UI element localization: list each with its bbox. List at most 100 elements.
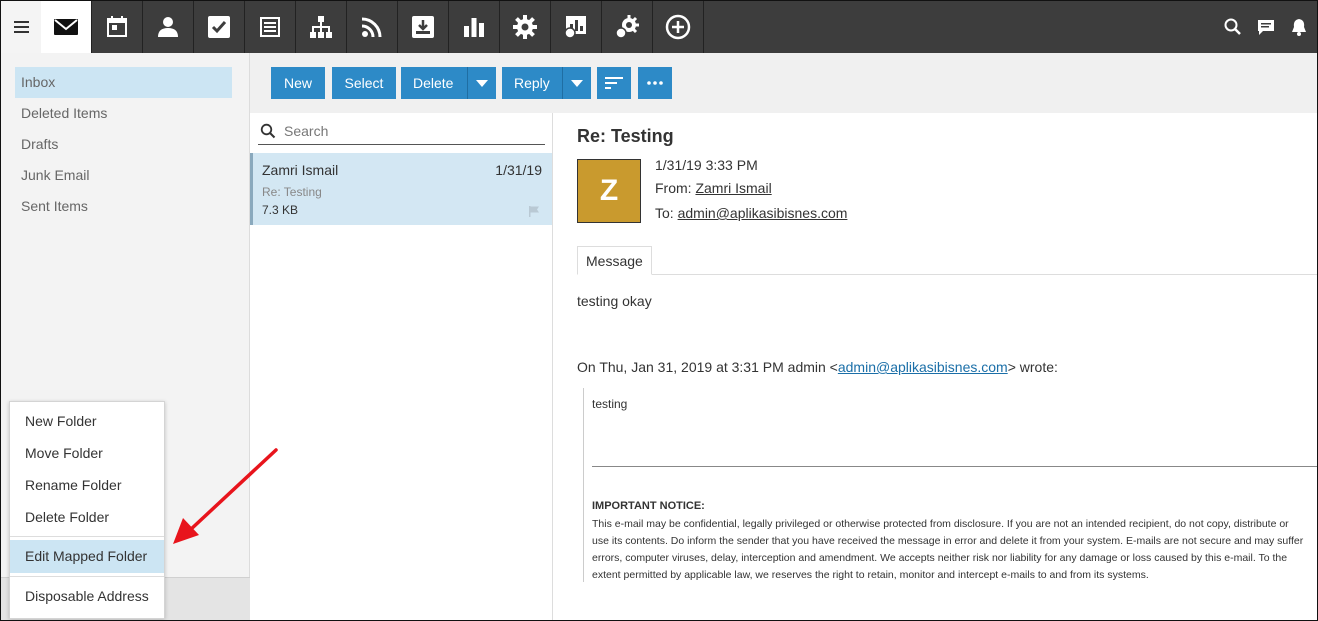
rss-icon (361, 17, 382, 38)
menu-item-disposable-address[interactable]: Disposable Address (10, 580, 164, 612)
plus-circle-icon (665, 14, 691, 40)
domain-reports-app-button[interactable] (551, 1, 602, 53)
folder-context-menu: New Folder Move Folder Rename Folder Del… (9, 401, 165, 619)
message-size: 7.3 KB (262, 203, 299, 217)
quoted-sender-email-link[interactable]: admin@aplikasibisnes.com (838, 359, 1008, 375)
email-datetime: 1/31/19 3:33 PM (655, 157, 758, 173)
mail-app-button[interactable] (41, 1, 92, 53)
more-actions-button[interactable] (638, 67, 672, 99)
search-input[interactable] (284, 122, 524, 139)
rss-app-button[interactable] (347, 1, 398, 53)
notice-line: use its contents. Do inform the sender t… (592, 535, 1304, 547)
delete-button-label: Delete (413, 75, 454, 91)
folder-item-inbox[interactable]: Inbox (15, 67, 232, 98)
domain-report-icon (564, 16, 586, 39)
message-date: 1/31/19 (495, 162, 542, 178)
menu-item-delete-folder[interactable]: Delete Folder (10, 501, 164, 533)
tasks-icon (208, 16, 230, 38)
notice-line: extent permitted by applicable law, we r… (592, 569, 1149, 581)
bell-icon[interactable] (1289, 17, 1309, 37)
email-body-text: testing okay (577, 293, 652, 309)
quoted-message-block: testing IMPORTANT NOTICE: This e-mail ma… (583, 388, 1317, 584)
hamburger-menu-button[interactable] (1, 1, 41, 53)
reply-button[interactable]: Reply (502, 67, 591, 99)
app-window: Inbox Deleted Items Drafts Junk Email Se… (0, 0, 1318, 621)
bar-chart-icon (464, 18, 484, 37)
message-sender: Zamri Ismail (262, 162, 339, 178)
message-tab-bar: Message (577, 246, 1317, 275)
folder-item-deleted-items[interactable]: Deleted Items (15, 98, 232, 129)
app-switcher (41, 1, 704, 53)
quoted-text: testing (592, 397, 628, 411)
contacts-app-button[interactable] (143, 1, 194, 53)
select-button[interactable]: Select (332, 67, 396, 99)
chat-icon[interactable] (1256, 17, 1276, 37)
quote-intro-line: On Thu, Jan 31, 2019 at 3:31 PM admin <a… (577, 359, 1058, 375)
search-icon[interactable] (1223, 17, 1243, 37)
notes-app-button[interactable] (245, 1, 296, 53)
hamburger-icon (13, 18, 29, 36)
search-bar (258, 117, 545, 145)
search-icon (260, 123, 276, 138)
tab-message[interactable]: Message (577, 246, 652, 275)
archive-app-button[interactable] (398, 1, 449, 53)
settings-app-button[interactable] (500, 1, 551, 53)
top-navigation-bar (1, 1, 1317, 53)
download-box-icon (412, 16, 434, 38)
notes-icon (260, 17, 280, 37)
reading-pane: Re: Testing Z 1/31/19 3:33 PM From: Zamr… (554, 113, 1317, 620)
flag-icon[interactable] (528, 205, 540, 217)
sender-avatar: Z (577, 159, 641, 223)
to-label: To: (655, 205, 674, 221)
email-subject-heading: Re: Testing (577, 126, 674, 146)
notice-line: This e-mail may be confidential, legally… (592, 518, 1289, 530)
chevron-down-icon (476, 79, 488, 87)
message-list-item[interactable]: Zamri Ismail 1/31/19 Re: Testing 7.3 KB (250, 153, 552, 225)
domain-settings-app-button[interactable] (602, 1, 653, 53)
reply-button-label: Reply (514, 75, 550, 91)
message-list-pane: Zamri Ismail 1/31/19 Re: Testing 7.3 KB (250, 113, 553, 620)
menu-item-move-folder[interactable]: Move Folder (10, 437, 164, 469)
delete-button[interactable]: Delete (401, 67, 496, 99)
folder-list: Inbox Deleted Items Drafts Junk Email Se… (15, 67, 232, 222)
folder-item-sent-items[interactable]: Sent Items (15, 191, 232, 222)
mail-icon (54, 19, 78, 35)
notice-line: errors, computer viruses, delay, interce… (592, 552, 1288, 564)
email-to-line: To: admin@aplikasibisnes.com (655, 205, 847, 221)
folder-item-drafts[interactable]: Drafts (15, 129, 232, 160)
top-right-icons (1223, 1, 1309, 53)
contacts-icon (158, 17, 178, 37)
calendar-app-button[interactable] (92, 1, 143, 53)
quote-intro-prefix: On Thu, Jan 31, 2019 at 3:31 PM admin < (577, 359, 838, 375)
reports-app-button[interactable] (449, 1, 500, 53)
chevron-down-icon (571, 79, 583, 87)
menu-item-edit-mapped-folder[interactable]: Edit Mapped Folder (10, 540, 164, 573)
menu-item-rename-folder[interactable]: Rename Folder (10, 469, 164, 501)
delete-dropdown-toggle[interactable] (467, 67, 496, 99)
sort-icon (605, 77, 623, 89)
menu-divider (10, 576, 164, 577)
quote-intro-suffix: > wrote: (1007, 359, 1058, 375)
quote-divider (592, 466, 1317, 467)
sender-name-link[interactable]: Zamri Ismail (695, 180, 771, 196)
message-subject: Re: Testing (262, 185, 322, 199)
recipient-address-link[interactable]: admin@aplikasibisnes.com (678, 205, 848, 221)
folder-item-junk-email[interactable]: Junk Email (15, 160, 232, 191)
reply-dropdown-toggle[interactable] (562, 67, 591, 99)
email-from-line: From: Zamri Ismail (655, 180, 772, 196)
notice-paragraph: This e-mail may be confidential, legally… (592, 516, 1317, 584)
gear-icon (513, 15, 537, 39)
new-button[interactable]: New (271, 67, 325, 99)
menu-item-new-folder[interactable]: New Folder (10, 405, 164, 437)
annotation-arrow (173, 448, 278, 544)
add-app-button[interactable] (653, 1, 704, 53)
from-label: From: (655, 180, 692, 196)
message-toolbar: New Select Delete Reply (250, 53, 1317, 113)
sort-button[interactable] (597, 67, 631, 99)
sitemap-app-button[interactable] (296, 1, 347, 53)
notice-title: IMPORTANT NOTICE: (592, 500, 705, 512)
tasks-app-button[interactable] (194, 1, 245, 53)
calendar-icon (107, 16, 127, 37)
more-dots-icon (647, 81, 663, 85)
sitemap-icon (310, 16, 332, 38)
